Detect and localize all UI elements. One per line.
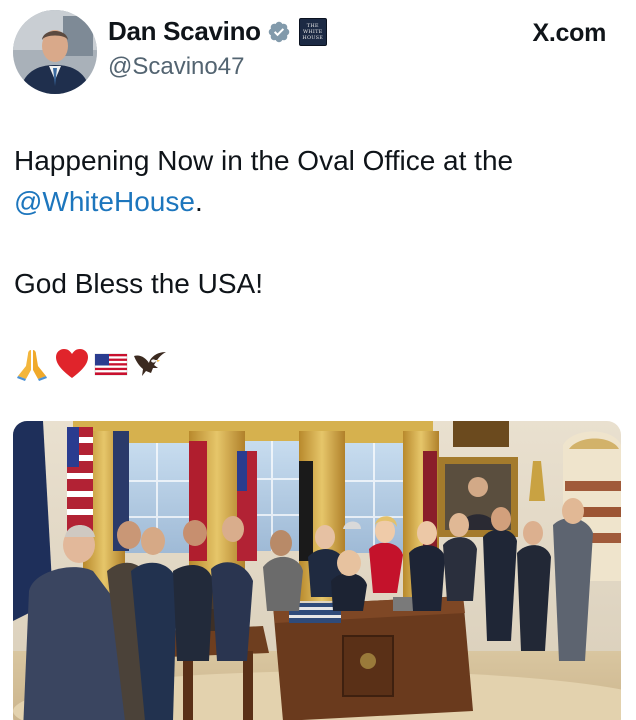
photo-oval-office-icon <box>13 421 621 720</box>
us-flag-icon <box>94 353 128 376</box>
emoji-row <box>14 346 168 382</box>
tweet-line-mention: @WhiteHouse. <box>14 181 513 222</box>
tweet-photo[interactable] <box>13 421 621 720</box>
red-heart-icon <box>56 349 88 378</box>
folded-hands-icon <box>17 350 47 381</box>
display-name[interactable]: Dan Scavino <box>108 16 261 47</box>
affiliation-badge-line: HOUSE <box>302 34 324 41</box>
site-label: X.com <box>532 19 606 47</box>
eagle-icon <box>134 352 166 376</box>
avatar[interactable] <box>13 10 97 94</box>
tweet-line: God Bless the USA! <box>14 268 264 299</box>
user-handle[interactable]: @Scavino47 <box>108 53 244 81</box>
tweet-text: Happening Now in the Oval Office at the … <box>14 140 513 304</box>
verified-badge-icon <box>268 21 290 42</box>
mention-link[interactable]: @WhiteHouse <box>14 186 195 217</box>
line-break <box>14 222 513 263</box>
white-house-affiliation-badge[interactable]: THE WHITE HOUSE <box>298 17 327 46</box>
author-name-row: Dan Scavino THE WHITE HOUSE <box>108 16 327 47</box>
tweet-line: Happening Now in the Oval Office at the <box>14 145 514 176</box>
mention-suffix: . <box>194 186 203 217</box>
